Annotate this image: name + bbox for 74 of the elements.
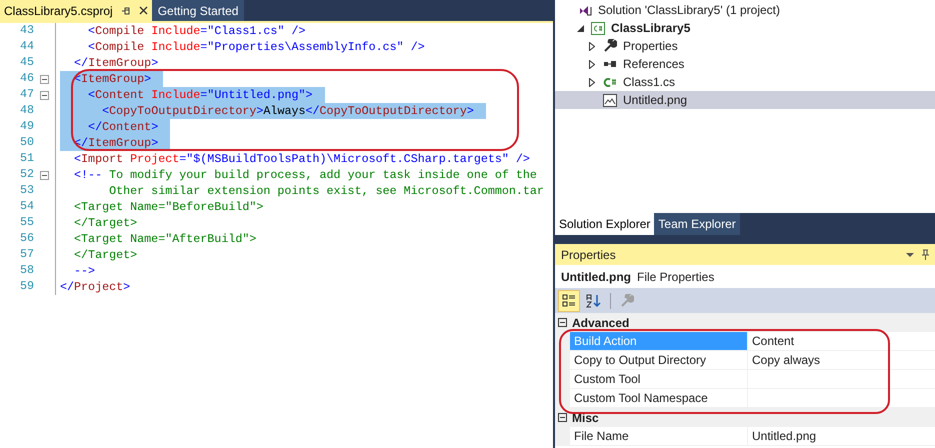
document-tab[interactable]: Getting Started xyxy=(152,0,244,21)
code-line: </ItemGroup> xyxy=(73,55,160,71)
code-line: Other similar extension points exist, see Microsoft.Common.tar xyxy=(108,183,545,199)
line-number: 59 xyxy=(18,278,34,296)
solution-icon xyxy=(579,4,592,16)
pin-icon[interactable] xyxy=(120,6,131,16)
collapsed-arrow-icon[interactable] xyxy=(589,78,595,86)
code-line: <!-- To modify your build process, add your task inside one of the xyxy=(73,167,538,183)
code-line: <Target Name="AfterBuild"> xyxy=(73,231,258,247)
document-tab[interactable]: ClassLibrary5.csproj xyxy=(0,0,152,21)
line-number: 47 xyxy=(18,86,34,104)
category-label: Advanced xyxy=(572,314,630,332)
line-number: 46 xyxy=(18,70,34,88)
collapse-icon[interactable] xyxy=(40,90,49,100)
categorized-icon xyxy=(562,294,576,308)
csharp-project-icon xyxy=(591,22,605,34)
line-number: 44 xyxy=(18,38,34,56)
panel-tab[interactable]: Team Explorer xyxy=(654,213,740,235)
code-line: <Compile Include="Properties\AssemblyInfo.cs" /> xyxy=(87,39,426,55)
property-name[interactable]: Custom Tool xyxy=(555,370,748,388)
property-value[interactable]: Untitled.png xyxy=(748,427,935,445)
tree-item[interactable]: Untitled.png xyxy=(555,91,935,109)
code-line: --> xyxy=(73,263,96,279)
csharp-file-icon xyxy=(603,76,617,88)
line-number: 54 xyxy=(18,198,34,216)
panel-tab[interactable]: Solution Explorer xyxy=(555,213,654,235)
collapse-icon[interactable] xyxy=(40,74,49,84)
wrench-icon xyxy=(603,39,617,53)
code-line: <Compile Include="Class1.cs" /> xyxy=(87,23,307,39)
collapsed-arrow-icon[interactable] xyxy=(589,42,595,50)
dropdown-arrow-icon[interactable] xyxy=(906,252,914,256)
tree-item[interactable]: Solution 'ClassLibrary5' (1 project) xyxy=(555,1,935,19)
collapse-icon[interactable] xyxy=(40,170,49,180)
pin-icon[interactable] xyxy=(922,249,929,260)
collapse-icon[interactable] xyxy=(558,318,567,327)
categorized-button[interactable] xyxy=(558,290,580,312)
category-label: Misc xyxy=(572,410,599,426)
line-number: 45 xyxy=(18,54,34,72)
code-line: </Target> xyxy=(73,247,138,263)
collapse-icon[interactable] xyxy=(558,413,567,422)
wrench-icon xyxy=(620,294,634,308)
panel-header: Properties xyxy=(555,244,935,265)
line-number: 50 xyxy=(18,134,34,152)
close-icon[interactable] xyxy=(138,6,148,15)
line-number: 57 xyxy=(18,246,34,264)
property-name[interactable]: Copy to Output Directory xyxy=(555,351,748,369)
line-number: 51 xyxy=(18,150,34,168)
code-line: <Import Project="$(MSBuildToolsPath)\Microsoft.CSharp.targets" /> xyxy=(73,151,531,167)
line-number: 43 xyxy=(18,22,34,40)
object-name: Untitled.png xyxy=(561,268,631,286)
image-icon xyxy=(603,94,617,106)
tree-item[interactable]: Class1.cs xyxy=(555,73,935,91)
sort-alphabetical-icon xyxy=(586,294,602,308)
property-name[interactable]: File Name xyxy=(555,427,748,445)
line-number: 58 xyxy=(18,262,34,280)
line-number: 49 xyxy=(18,118,34,136)
tree-item[interactable]: ClassLibrary5 xyxy=(555,19,935,37)
expanded-arrow-icon[interactable] xyxy=(576,24,584,32)
line-number: 53 xyxy=(18,182,34,200)
property-value[interactable]: Content xyxy=(748,332,935,350)
line-number: 55 xyxy=(18,214,34,232)
object-type: File Properties xyxy=(636,268,714,286)
property-value[interactable]: Copy always xyxy=(748,351,935,369)
tree-item[interactable]: Properties xyxy=(555,37,935,55)
references-icon xyxy=(603,60,617,68)
property-name[interactable]: Custom Tool Namespace xyxy=(555,389,748,407)
collapsed-arrow-icon[interactable] xyxy=(589,60,595,68)
code-line: <Target Name="BeforeBuild"> xyxy=(73,199,264,215)
line-number: 48 xyxy=(18,102,34,120)
code-line: </Target> xyxy=(73,215,138,231)
code-line: </Project> xyxy=(60,279,132,295)
tree-item[interactable]: References xyxy=(555,55,935,73)
line-number: 52 xyxy=(18,166,34,184)
line-number: 56 xyxy=(18,230,34,248)
